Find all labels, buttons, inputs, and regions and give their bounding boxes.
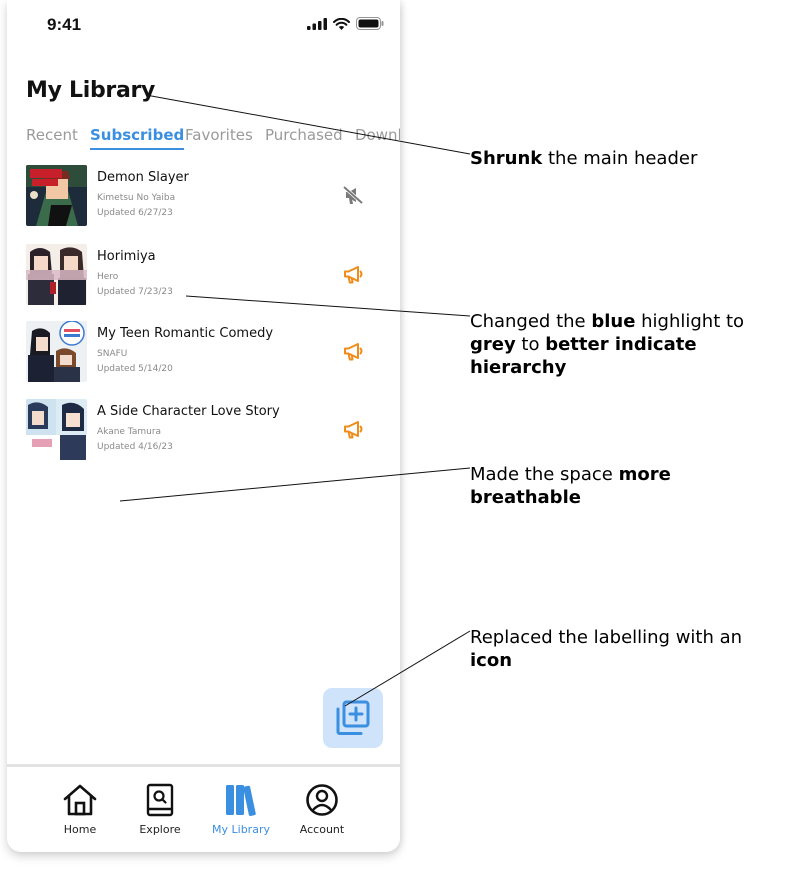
annotation-space: Made the space more breathable [470, 464, 671, 508]
annotation-highlight: Changed the blue highlight to grey to be… [470, 311, 745, 378]
annotation-header: Shrunk the main header [470, 148, 698, 169]
annotation-icon: Replaced the labelling with an icon [470, 627, 743, 671]
annotation-lines [119, 94, 471, 707]
